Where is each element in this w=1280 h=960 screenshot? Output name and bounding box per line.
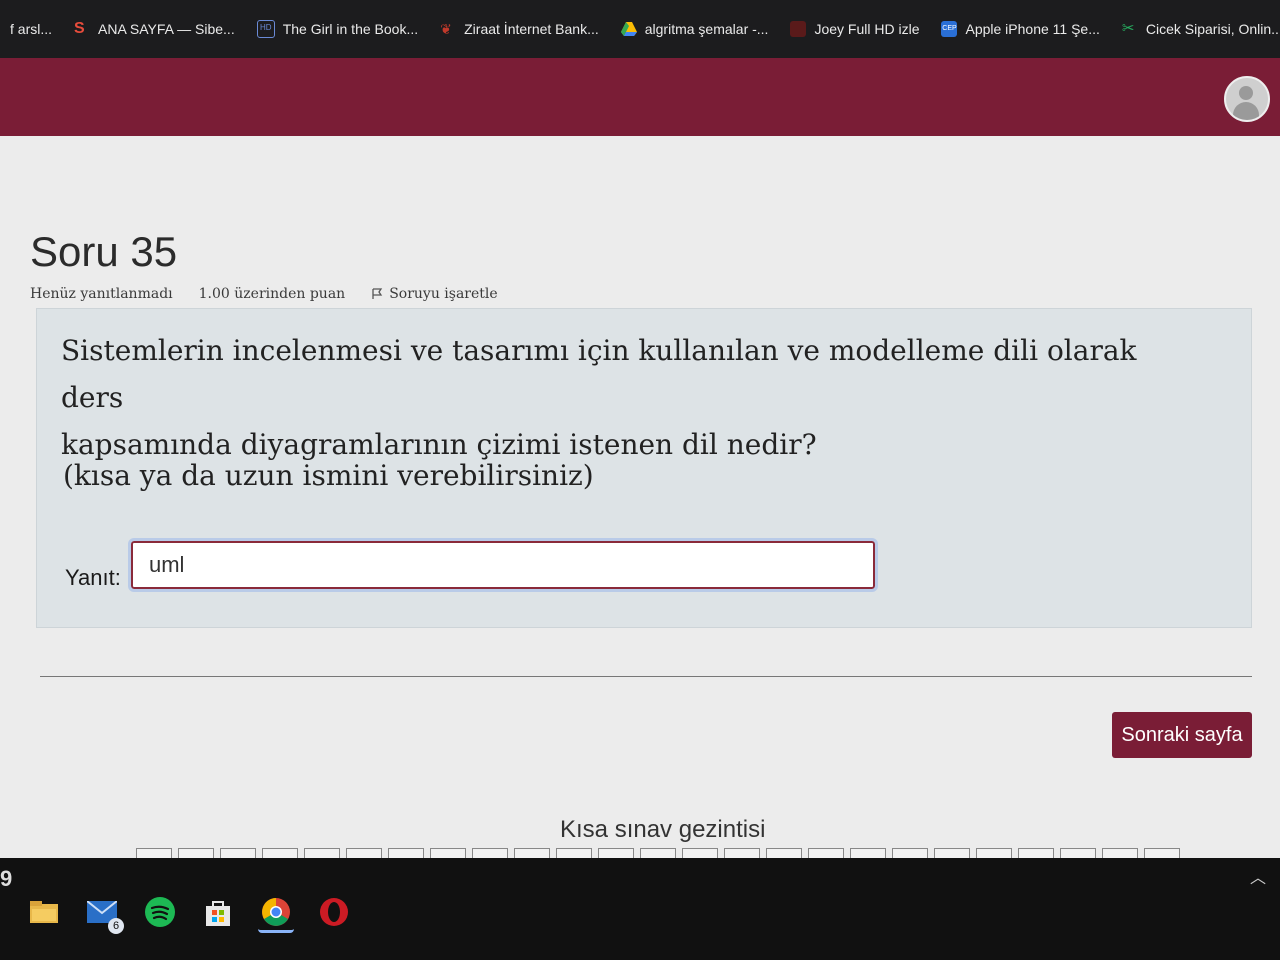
spotify-icon[interactable]: [142, 894, 178, 930]
answer-label: Yanıt:: [65, 565, 121, 590]
flower-icon: ✂: [1121, 20, 1135, 37]
flag-icon: [372, 288, 383, 299]
bookmark-4[interactable]: algritma şemalar -...: [611, 0, 781, 58]
bookmark-label: Cicek Siparisi, Onlin...: [1145, 21, 1280, 37]
question-points: 1.00 üzerinden puan: [198, 286, 346, 302]
bookmark-7[interactable]: ✂ Cicek Siparisi, Onlin...: [1112, 0, 1280, 58]
cep-icon: CEP: [941, 21, 958, 37]
question-title: Soru 35: [30, 228, 178, 275]
site-header: [0, 58, 1280, 136]
user-avatar[interactable]: [1224, 76, 1270, 122]
bookmark-label: Apple iPhone 11 Şe...: [965, 21, 1100, 37]
wheat-icon: ❦: [440, 21, 452, 37]
bookmarks-bar: f arsl... S ANA SAYFA — Sibe... HD The Gir…: [0, 0, 1280, 58]
quiz-content: Soru 35 Henüz yanıtlanmadı 1.00 üzerinde…: [0, 136, 1280, 859]
windows-taskbar: 9 6 ︿: [0, 858, 1280, 960]
divider: [40, 676, 1252, 677]
next-page-button[interactable]: Sonraki sayfa: [1112, 712, 1252, 758]
bookmark-label: Joey Full HD izle: [814, 21, 920, 37]
mail-icon[interactable]: 6: [84, 894, 124, 934]
opera-icon[interactable]: [316, 894, 352, 930]
answer-status: Henüz yanıtlanmadı: [30, 286, 173, 302]
bookmark-label: The Girl in the Book...: [282, 21, 419, 37]
question-text: Sistemlerin incelenmesi ve tasarımı için…: [61, 327, 1141, 468]
store-icon[interactable]: [200, 894, 236, 930]
cup-icon: [790, 21, 807, 37]
avatar-body-icon: [1233, 102, 1259, 120]
chrome-icon[interactable]: [258, 894, 294, 933]
quiz-navigation-title: Kısa sınav gezintisi: [560, 816, 766, 843]
bookmark-2[interactable]: HD The Girl in the Book...: [247, 0, 430, 58]
bookmark-5[interactable]: Joey Full HD izle: [780, 0, 931, 58]
folder-icon[interactable]: [26, 894, 62, 930]
bookmark-6[interactable]: CEP Apple iPhone 11 Şe...: [931, 0, 1111, 58]
question-box: Sistemlerin incelenmesi ve tasarımı için…: [36, 308, 1252, 628]
answer-input[interactable]: [128, 538, 878, 592]
bookmark-1[interactable]: S ANA SAYFA — Sibe...: [64, 0, 247, 58]
bookmark-3[interactable]: ❦ Ziraat İnternet Bank...: [430, 0, 611, 58]
drive-icon: [620, 21, 637, 37]
question-hint: (kısa ya da uzun ismini verebilirsiniz): [63, 459, 594, 492]
flag-label: Soruyu işaretle: [389, 286, 498, 302]
bookmark-label: algritma şemalar -...: [644, 21, 769, 37]
bookmark-0[interactable]: f arsl...: [0, 0, 64, 58]
bookmark-label: ANA SAYFA — Sibe...: [98, 21, 235, 37]
question-meta: Henüz yanıtlanmadı 1.00 üzerinden puan S…: [30, 286, 498, 302]
taskbar-icons: 6: [26, 894, 352, 934]
mail-badge: 6: [108, 918, 124, 934]
hd-icon: HD: [256, 20, 275, 38]
bookmark-label: Ziraat İnternet Bank...: [464, 21, 599, 37]
s-logo-icon: S: [74, 20, 85, 37]
flag-question-link[interactable]: Soruyu işaretle: [371, 286, 498, 302]
avatar-head-icon: [1239, 86, 1253, 100]
taskbar-number: 9: [0, 866, 13, 891]
tray-chevron-up-icon[interactable]: ︿: [1250, 864, 1266, 888]
bookmark-label: f arsl...: [10, 21, 53, 37]
question-line-1: Sistemlerin incelenmesi ve tasarımı için…: [61, 334, 1137, 414]
